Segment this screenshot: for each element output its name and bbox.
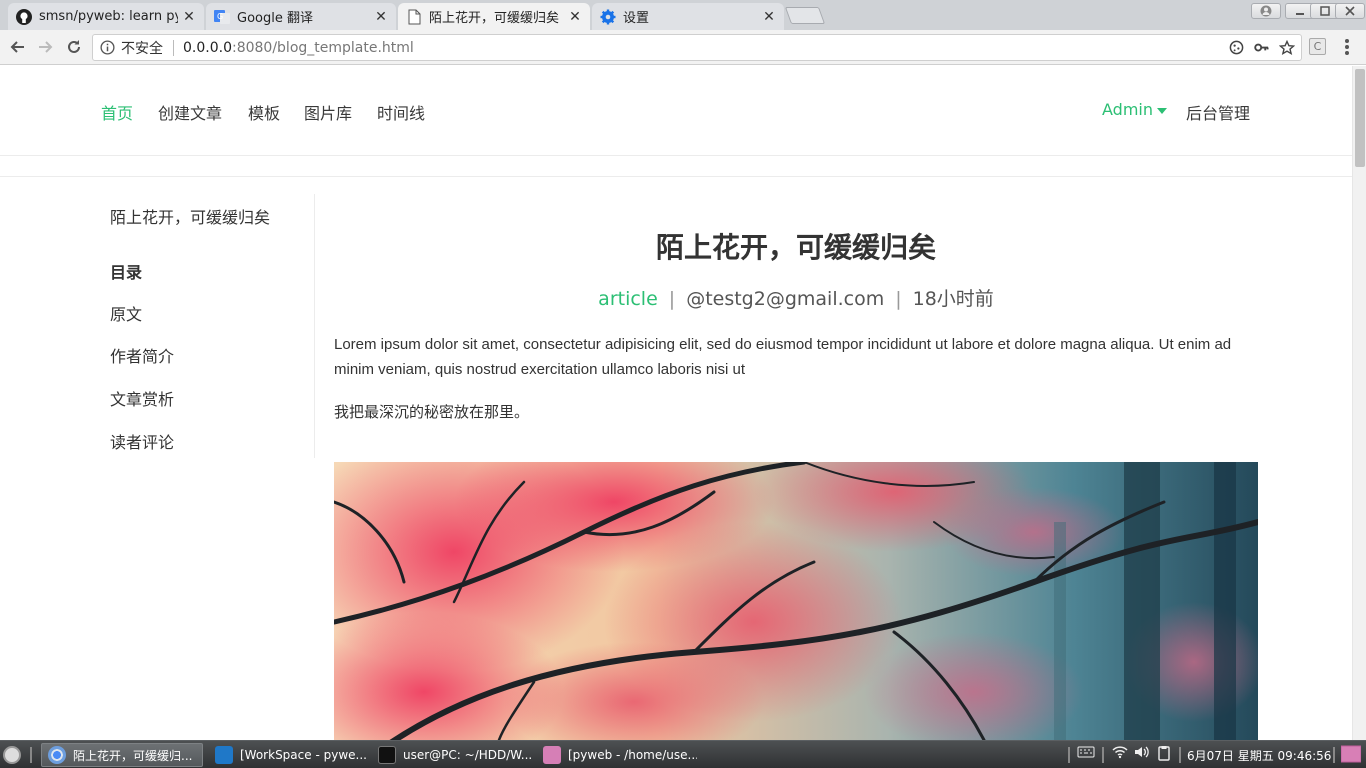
extension-button[interactable]: C [1309, 38, 1326, 55]
taskbar-separator [30, 747, 32, 763]
tab-google-translate[interactable]: G Google 翻译 ✕ [206, 3, 396, 30]
user-dropdown[interactable]: Admin [1102, 100, 1167, 119]
task-terminal[interactable]: user@PC: ~/HDD/W... [372, 743, 532, 767]
show-desktop-icon[interactable] [1341, 745, 1361, 763]
tab-github[interactable]: smsn/pyweb: learn py ✕ [8, 3, 204, 30]
more-menu-icon[interactable] [1340, 38, 1354, 56]
forward-arrow-icon[interactable] [34, 35, 58, 59]
tab-blog-article[interactable]: 陌上花开，可缓缓归矣 ✕ [398, 3, 590, 30]
article-hero-image [334, 462, 1258, 740]
article-title: 陌上花开，可缓缓归矣 [655, 231, 936, 264]
nav-create-article[interactable]: 创建文章 [158, 100, 222, 124]
tab-title: 陌上花开，可缓缓归矣 [429, 11, 560, 26]
close-icon[interactable]: ✕ [182, 9, 196, 25]
meta-separator: | [895, 288, 902, 310]
meta-separator: | [668, 288, 676, 310]
browser-toolbar: 不安全 0.0.0.0:8080/blog_template.html [0, 30, 1366, 65]
task-vscode[interactable]: [WorkSpace - pywe... [209, 743, 369, 767]
url-path: :8080/blog_template.html [231, 39, 414, 56]
reload-icon[interactable] [62, 35, 86, 59]
clipboard-icon[interactable] [1154, 745, 1174, 761]
toc-item-analysis[interactable]: 文章赏析 [110, 386, 174, 410]
new-tab-button[interactable] [784, 7, 826, 24]
vscode-icon [215, 746, 233, 764]
user-name: Admin [1102, 100, 1153, 119]
task-file-manager[interactable]: [pyweb - /home/use... [537, 743, 697, 767]
bookmark-star-icon[interactable] [1278, 39, 1295, 56]
address-separator [173, 39, 174, 56]
tab-title: 设置 [623, 11, 650, 26]
task-label: user@PC: ~/HDD/W... [403, 748, 532, 762]
toc-item-comments[interactable]: 读者评论 [110, 429, 174, 453]
start-menu-icon[interactable] [3, 746, 21, 764]
article-paragraph: Lorem ipsum dolor sit amet, consectetur … [334, 336, 1232, 378]
cookie-icon[interactable] [1228, 39, 1245, 56]
close-icon[interactable]: ✕ [762, 9, 776, 25]
task-label: [pyweb - /home/use... [568, 748, 697, 762]
article-meta: article | @testg2@gmail.com | 18小时前 [334, 284, 1258, 311]
site-navbar: 首页 创建文章 模板 图片库 时间线 Admin 后台管理 [0, 66, 1352, 156]
keyboard-icon[interactable] [1076, 745, 1096, 759]
nav-timeline[interactable]: 时间线 [377, 100, 425, 124]
sidebar-title: 陌上花开，可缓缓归矣 [110, 208, 271, 227]
nav-templates[interactable]: 模板 [248, 100, 280, 124]
taskbar-separator [1179, 747, 1181, 763]
nav-admin-panel[interactable]: 后台管理 [1186, 100, 1250, 124]
article-category-link[interactable]: article [598, 288, 658, 310]
article-time: 18小时前 [912, 288, 994, 310]
toc-heading: 目录 [110, 263, 143, 282]
section-divider [0, 176, 1352, 177]
toc-item-original[interactable]: 原文 [110, 301, 142, 325]
key-icon[interactable] [1253, 39, 1270, 56]
caret-down-icon [1157, 107, 1167, 114]
back-arrow-icon[interactable] [5, 35, 29, 59]
article-author: @testg2@gmail.com [686, 288, 885, 310]
address-bar[interactable]: 不安全 0.0.0.0:8080/blog_template.html [92, 34, 1302, 61]
article-sidebar: 陌上花开，可缓缓归矣 目录 原文 作者简介 文章赏析 读者评论 [110, 194, 315, 458]
terminal-icon [378, 746, 396, 764]
volume-icon[interactable] [1132, 745, 1152, 759]
info-icon[interactable] [93, 40, 121, 55]
security-status: 不安全 [121, 40, 163, 57]
page-icon [406, 9, 422, 25]
folder-icon [543, 746, 561, 764]
task-label: 陌上花开，可缓缓归... [73, 748, 193, 763]
user-profile-icon[interactable] [1251, 3, 1281, 19]
settings-gear-icon [600, 9, 616, 25]
close-icon[interactable]: ✕ [374, 9, 388, 25]
chrome-icon [48, 746, 66, 764]
taskbar-separator [1102, 747, 1104, 763]
omnibox-actions [1228, 39, 1295, 56]
svg-text:G: G [217, 12, 223, 21]
close-icon[interactable]: ✕ [568, 9, 582, 25]
github-icon [16, 8, 32, 25]
taskbar-separator [1068, 747, 1070, 763]
task-chrome[interactable]: 陌上花开，可缓缓归... [41, 743, 203, 767]
wifi-icon[interactable] [1110, 745, 1130, 759]
tab-title: Google 翻译 [237, 11, 313, 26]
taskbar-separator [1333, 747, 1335, 763]
web-page: 首页 创建文章 模板 图片库 时间线 Admin 后台管理 陌上花开，可缓缓归矣… [0, 66, 1352, 740]
desktop-taskbar: 陌上花开，可缓缓归... [WorkSpace - pywe... user@P… [0, 740, 1366, 768]
google-translate-icon: G [214, 9, 230, 25]
tab-title: smsn/pyweb: learn py [39, 9, 178, 24]
nav-gallery[interactable]: 图片库 [304, 100, 352, 124]
article-paragraph: 我把最深沉的秘密放在那里。 [334, 403, 530, 421]
close-window-icon[interactable] [1335, 3, 1365, 19]
browser-tab-strip: smsn/pyweb: learn py ✕ G Google 翻译 ✕ 陌上花… [0, 0, 1366, 30]
system-clock[interactable]: 6月07日 星期五 09:46:56 [1187, 747, 1331, 764]
url-host: 0.0.0.0 [183, 39, 232, 56]
page-scrollbar[interactable] [1352, 66, 1366, 740]
nav-home[interactable]: 首页 [101, 100, 133, 124]
task-label: [WorkSpace - pywe... [240, 748, 367, 762]
tab-settings[interactable]: 设置 ✕ [592, 3, 784, 30]
toc-item-author[interactable]: 作者简介 [110, 343, 174, 367]
scrollbar-thumb[interactable] [1355, 69, 1365, 167]
